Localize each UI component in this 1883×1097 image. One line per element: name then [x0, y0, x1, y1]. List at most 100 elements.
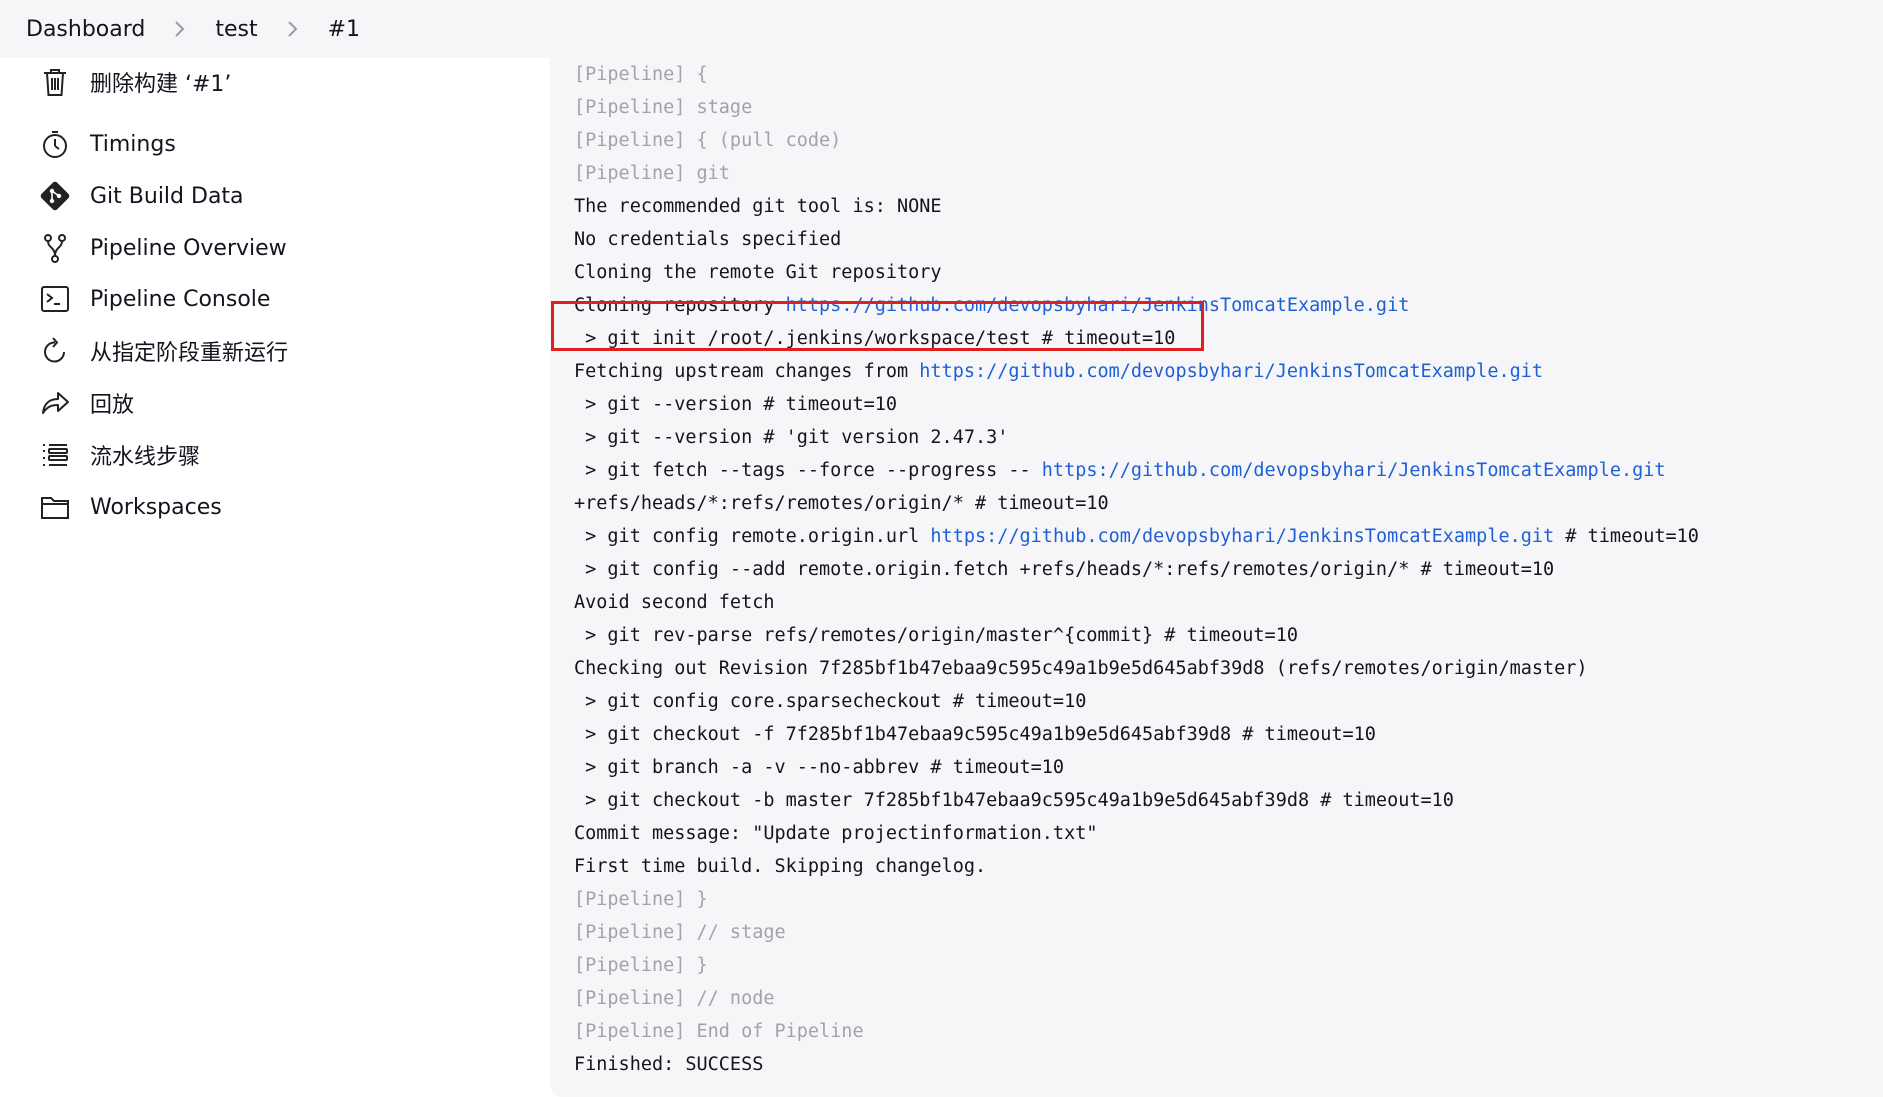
git-icon: [38, 179, 72, 213]
console-text: [Pipeline] {: [574, 64, 708, 85]
breadcrumb-test[interactable]: test: [215, 17, 257, 42]
console-line: > git config remote.origin.url https://g…: [574, 520, 1699, 553]
breadcrumb-build-1[interactable]: #1: [328, 17, 360, 42]
console-line: Finished: SUCCESS: [574, 1048, 1699, 1081]
console-text: > git config --add remote.origin.fetch +…: [574, 559, 1555, 580]
console-line: [Pipeline] End of Pipeline: [574, 1015, 1699, 1048]
console-line: > git --version # timeout=10: [574, 388, 1699, 421]
console-line: [Pipeline] // stage: [574, 916, 1699, 949]
console-line: Checking out Revision 7f285bf1b47ebaa9c5…: [574, 652, 1699, 685]
console-text: Commit message: "Update projectinformati…: [574, 823, 1098, 844]
console-text: The recommended git tool is: NONE: [574, 196, 942, 217]
branch-icon: [38, 231, 72, 265]
console-line: > git branch -a -v --no-abbrev # timeout…: [574, 751, 1699, 784]
console-text: No credentials specified: [574, 229, 842, 250]
console-line: > git checkout -f 7f285bf1b47ebaa9c595c4…: [574, 718, 1699, 751]
sidebar-item-delete-build[interactable]: 删除构建 ‘#1’: [38, 58, 231, 106]
chevron-right-icon: [165, 20, 195, 38]
console-text: [Pipeline] stage: [574, 97, 753, 118]
console-text: Cloning repository: [574, 295, 786, 316]
console-text: +refs/heads/*:refs/remotes/origin/* # ti…: [574, 493, 1109, 514]
console-output-panel: [Pipeline] { [Pipeline] stage [Pipeline] {…: [550, 58, 1883, 1097]
sidebar-item-workspaces[interactable]: Workspaces: [38, 483, 222, 531]
repo-link[interactable]: https://github.com/devopsbyhari/JenkinsT…: [786, 295, 1410, 316]
list-steps-icon: [38, 438, 72, 472]
sidebar-item-replay[interactable]: 回放: [38, 379, 134, 427]
repo-link[interactable]: https://github.com/devopsbyhari/JenkinsT…: [1042, 460, 1666, 481]
console-line: +refs/heads/*:refs/remotes/origin/* # ti…: [574, 487, 1699, 520]
console-line: [Pipeline] }: [574, 949, 1699, 982]
sidebar-item-label: Pipeline Overview: [90, 235, 287, 261]
console-text: Finished: SUCCESS: [574, 1054, 764, 1075]
console-text: [Pipeline] End of Pipeline: [574, 1021, 864, 1042]
console-text: > git checkout -b master 7f285bf1b47ebaa…: [574, 790, 1454, 811]
console-line: [Pipeline] {: [574, 58, 1699, 91]
console-text: Fetching upstream changes from: [574, 361, 920, 382]
sidebar-item-label: Timings: [90, 131, 176, 157]
breadcrumb-dashboard[interactable]: Dashboard: [26, 17, 145, 42]
console-log: [Pipeline] { [Pipeline] stage [Pipeline] {…: [574, 58, 1699, 1081]
console-text: > git --version # timeout=10: [574, 394, 898, 415]
sidebar-item-pipeline-overview[interactable]: Pipeline Overview: [38, 224, 287, 272]
console-line: > git --version # 'git version 2.47.3': [574, 421, 1699, 454]
console-line: No credentials specified: [574, 223, 1699, 256]
console-line: [Pipeline] { (pull code): [574, 124, 1699, 157]
console-line: [Pipeline] stage: [574, 91, 1699, 124]
console-text: > git init /root/.jenkins/workspace/test…: [574, 328, 1176, 349]
folder-icon: [38, 490, 72, 524]
console-text: [Pipeline] }: [574, 889, 708, 910]
console-line: Cloning repository https://github.com/de…: [574, 289, 1699, 322]
console-line: Fetching upstream changes from https://g…: [574, 355, 1699, 388]
console-line: Commit message: "Update projectinformati…: [574, 817, 1699, 850]
console-line: Cloning the remote Git repository: [574, 256, 1699, 289]
breadcrumb: Dashboard test #1: [0, 0, 1883, 58]
replay-arrow-icon: [38, 386, 72, 420]
sidebar-item-label: 从指定阶段重新运行: [90, 341, 289, 366]
console-text: Checking out Revision 7f285bf1b47ebaa9c5…: [574, 658, 1588, 679]
sidebar-item-pipeline-steps[interactable]: 流水线步骤: [38, 431, 200, 479]
sidebar-item-git-build-data[interactable]: Git Build Data: [38, 172, 244, 220]
console-text: # timeout=10: [1554, 526, 1699, 547]
console-line: The recommended git tool is: NONE: [574, 190, 1699, 223]
sidebar-item-label: 回放: [90, 393, 135, 418]
console-line: > git config --add remote.origin.fetch +…: [574, 553, 1699, 586]
sidebar-item-label: Pipeline Console: [90, 286, 271, 312]
sidebar-item-restart-from-stage[interactable]: 从指定阶段重新运行: [38, 327, 288, 375]
console-line: > git fetch --tags --force --progress --…: [574, 454, 1699, 487]
console-line: First time build. Skipping changelog.: [574, 850, 1699, 883]
console-text: Avoid second fetch: [574, 592, 775, 613]
console-line: > git rev-parse refs/remotes/origin/mast…: [574, 619, 1699, 652]
console-text: First time build. Skipping changelog.: [574, 856, 987, 877]
console-line: > git config core.sparsecheckout # timeo…: [574, 685, 1699, 718]
console-text: > git rev-parse refs/remotes/origin/mast…: [574, 625, 1298, 646]
console-line: Avoid second fetch: [574, 586, 1699, 619]
repo-link[interactable]: https://github.com/devopsbyhari/JenkinsT…: [919, 361, 1543, 382]
console-line: [Pipeline] // node: [574, 982, 1699, 1015]
trash-icon: [38, 65, 72, 99]
console-text: [Pipeline] git: [574, 163, 730, 184]
console-text: Cloning the remote Git repository: [574, 262, 942, 283]
restart-icon: [38, 334, 72, 368]
console-line: > git checkout -b master 7f285bf1b47ebaa…: [574, 784, 1699, 817]
sidebar-item-pipeline-console[interactable]: Pipeline Console: [38, 275, 270, 323]
console-text: > git config core.sparsecheckout # timeo…: [574, 691, 1087, 712]
sidebar-item-label: Workspaces: [90, 494, 222, 520]
console-text: > git fetch --tags --force --progress --: [574, 460, 1042, 481]
console-line: [Pipeline] git: [574, 157, 1699, 190]
console-line: > git init /root/.jenkins/workspace/test…: [574, 322, 1699, 355]
console-text: > git config remote.origin.url: [574, 526, 931, 547]
sidebar-item-label: 删除构建 ‘#1’: [90, 72, 232, 97]
console-text: [Pipeline] // stage: [574, 922, 786, 943]
sidebar-item-label: Git Build Data: [90, 183, 244, 209]
console-text: [Pipeline] }: [574, 955, 708, 976]
stopwatch-icon: [38, 127, 72, 161]
chevron-right-icon: [278, 20, 308, 38]
sidebar-item-timings[interactable]: Timings: [38, 120, 176, 168]
sidebar-item-label: 流水线步骤: [90, 445, 201, 470]
console-line: [Pipeline] }: [574, 883, 1699, 916]
terminal-icon: [38, 282, 72, 316]
console-text: > git branch -a -v --no-abbrev # timeout…: [574, 757, 1065, 778]
repo-link[interactable]: https://github.com/devopsbyhari/JenkinsT…: [930, 526, 1554, 547]
console-text: [Pipeline] // node: [574, 988, 775, 1009]
console-text: > git checkout -f 7f285bf1b47ebaa9c595c4…: [574, 724, 1376, 745]
